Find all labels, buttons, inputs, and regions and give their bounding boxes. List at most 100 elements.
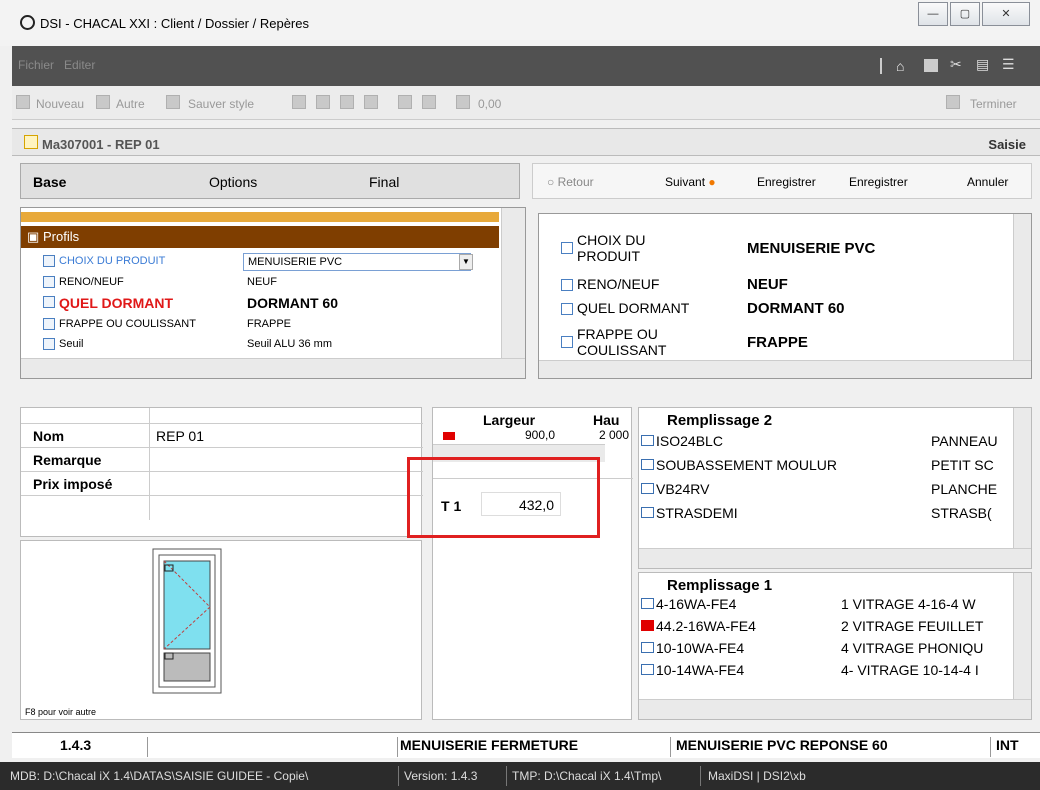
list-item[interactable]: VB24RV PLANCHE [639, 478, 1019, 500]
row-label: Seuil [59, 338, 84, 350]
window-preview: F8 pour voir autre [20, 540, 422, 720]
save-alt-button[interactable]: Enregistrer [849, 175, 908, 189]
item-desc: PLANCHE [931, 481, 998, 497]
list-item[interactable]: 10-10WA-FE4 4 VITRAGE PHONIQU [639, 637, 1019, 659]
profiles-panel: ▣ Profils CHOIX DU PRODUIT MENUISERIE PV… [20, 207, 526, 379]
remplissage1-panel: Remplissage 1 4-16WA-FE4 1 VITRAGE 4-16-4… [638, 572, 1032, 720]
horizontal-scrollbar[interactable] [639, 548, 1031, 568]
tab-final[interactable]: Final [369, 174, 399, 190]
reponse-cell: MENUISERIE PVC REPONSE 60 [676, 737, 888, 753]
header-strip [21, 212, 499, 222]
list-item[interactable]: SOUBASSEMENT MOULUR PETIT SC [639, 454, 1019, 476]
preview-caption: F8 pour voir autre [25, 707, 97, 717]
list-icon[interactable]: ☰ [1002, 56, 1015, 73]
panel-icon[interactable]: ▤ [976, 56, 989, 73]
profile-row[interactable]: CHOIX DU PRODUIT MENUISERIE PVC ▼ [21, 253, 499, 271]
divider [147, 737, 148, 757]
profile-row[interactable]: RENO/NEUF NEUF [21, 274, 499, 292]
image-icon[interactable] [924, 59, 938, 72]
product-select[interactable]: MENUISERIE PVC [243, 253, 471, 271]
profile-row[interactable]: QUEL DORMANT DORMANT 60 [21, 294, 499, 314]
choice-row[interactable]: FRAPPE OU COULISSANT FRAPPE [561, 326, 981, 360]
home-icon[interactable]: ⌂ [896, 58, 904, 74]
edit-icon[interactable] [340, 95, 354, 109]
row-value: DORMANT 60 [247, 295, 339, 311]
finish-button[interactable]: Terminer [970, 97, 1017, 111]
name-field[interactable]: REP 01 [156, 428, 204, 444]
horizontal-scrollbar[interactable] [21, 358, 525, 378]
item-code: 44.2-16WA-FE4 [656, 618, 756, 634]
chevron-down-icon[interactable]: ▼ [459, 254, 473, 270]
row-label: FRAPPE OU COULISSANT [59, 318, 196, 330]
item-desc: PANNEAU [931, 433, 998, 449]
copy-icon[interactable] [292, 95, 306, 109]
next-icon: ● [708, 175, 716, 189]
vertical-scrollbar[interactable] [1013, 214, 1031, 360]
remplissage1-title: Remplissage 1 [667, 577, 773, 594]
grid-icon[interactable] [422, 95, 436, 109]
list-item[interactable]: STRASDEMI STRASB( [639, 502, 1019, 524]
vertical-scrollbar[interactable] [1013, 573, 1031, 699]
app-logo-icon [20, 15, 35, 30]
item-code: 10-10WA-FE4 [656, 640, 745, 656]
list-item[interactable]: 44.2-16WA-FE4 2 VITRAGE FEUILLET [639, 615, 1019, 637]
divider [990, 737, 991, 757]
width-value[interactable]: 900,0 [525, 428, 555, 442]
version-status: Version: 1.4.3 [404, 769, 478, 783]
checkbox-icon [641, 483, 654, 494]
profile-row[interactable]: FRAPPE OU COULISSANT FRAPPE [21, 316, 499, 334]
choice-row[interactable]: RENO/NEUF NEUF [561, 276, 981, 296]
tools-icon[interactable]: ✂ [950, 56, 962, 73]
delete-icon[interactable] [316, 95, 330, 109]
list-item[interactable]: 10-14WA-FE4 4- VITRAGE 10-14-4 I [639, 659, 1019, 681]
menu-editer[interactable]: Editer [64, 58, 95, 72]
remplissage2-title: Remplissage 2 [667, 412, 773, 429]
calc-icon[interactable] [398, 95, 412, 109]
list-item[interactable]: 4-16WA-FE4 1 VITRAGE 4-16-4 W [639, 593, 1019, 615]
price-icon[interactable] [456, 95, 470, 109]
status-bar: MDB: D:\Chacal iX 1.4\DATAS\SAISIE GUIDE… [0, 762, 1040, 790]
next-button[interactable]: Suivant ● [665, 175, 716, 189]
list-item[interactable]: ISO24BLC PANNEAU [639, 430, 1019, 452]
height-value[interactable]: 2 000 [599, 428, 629, 442]
price-label: Prix imposé [33, 476, 113, 492]
tab-options[interactable]: Options [209, 174, 257, 190]
table-row[interactable]: Remarque [21, 448, 423, 472]
mdb-path: MDB: D:\Chacal iX 1.4\DATAS\SAISIE GUIDE… [10, 769, 309, 783]
cancel-button[interactable]: Annuler [967, 175, 1008, 189]
profile-row[interactable]: Seuil Seuil ALU 36 mm [21, 336, 499, 354]
highlight-box [407, 457, 600, 538]
table-row[interactable]: Prix imposé [21, 472, 423, 496]
maximize-button[interactable]: ▢ [950, 2, 980, 26]
other-button[interactable]: Autre [116, 97, 145, 111]
edit-icon [561, 279, 573, 291]
record-icon [24, 135, 38, 149]
collapse-icon[interactable]: ▣ [27, 229, 39, 245]
minimize-button[interactable]: — [918, 2, 948, 26]
save-style-button[interactable]: Sauver style [188, 97, 254, 111]
tab-base[interactable]: Base [33, 174, 66, 190]
tab-bar: Base Options Final [20, 163, 520, 199]
choice-label: QUEL DORMANT [577, 300, 690, 316]
close-button[interactable]: ✕ [982, 2, 1030, 26]
row-value: NEUF [247, 276, 277, 288]
menu-fichier[interactable]: Fichier [18, 58, 54, 72]
item-code: STRASDEMI [656, 505, 738, 521]
window-title: DSI - CHACAL XXI : Client / Dossier / Re… [40, 16, 309, 31]
vertical-scrollbar[interactable] [1013, 408, 1031, 548]
table-row[interactable]: Nom REP 01 [21, 424, 423, 448]
undo-icon[interactable] [364, 95, 378, 109]
vertical-scrollbar[interactable] [501, 208, 525, 358]
back-button[interactable]: ○ Retour [547, 175, 594, 189]
version-cell: 1.4.3 [60, 737, 92, 753]
save-button[interactable]: Enregistrer [757, 175, 816, 189]
edit-icon [561, 303, 573, 315]
choice-row[interactable]: QUEL DORMANT DORMANT 60 [561, 300, 981, 320]
selected-checkbox-icon [641, 620, 654, 631]
choice-row[interactable]: CHOIX DU PRODUIT MENUISERIE PVC [561, 232, 981, 264]
edit-icon [561, 242, 573, 254]
new-button[interactable]: Nouveau [36, 97, 84, 111]
horizontal-scrollbar[interactable] [539, 360, 1031, 378]
divider [700, 766, 701, 786]
horizontal-scrollbar[interactable] [639, 699, 1031, 719]
